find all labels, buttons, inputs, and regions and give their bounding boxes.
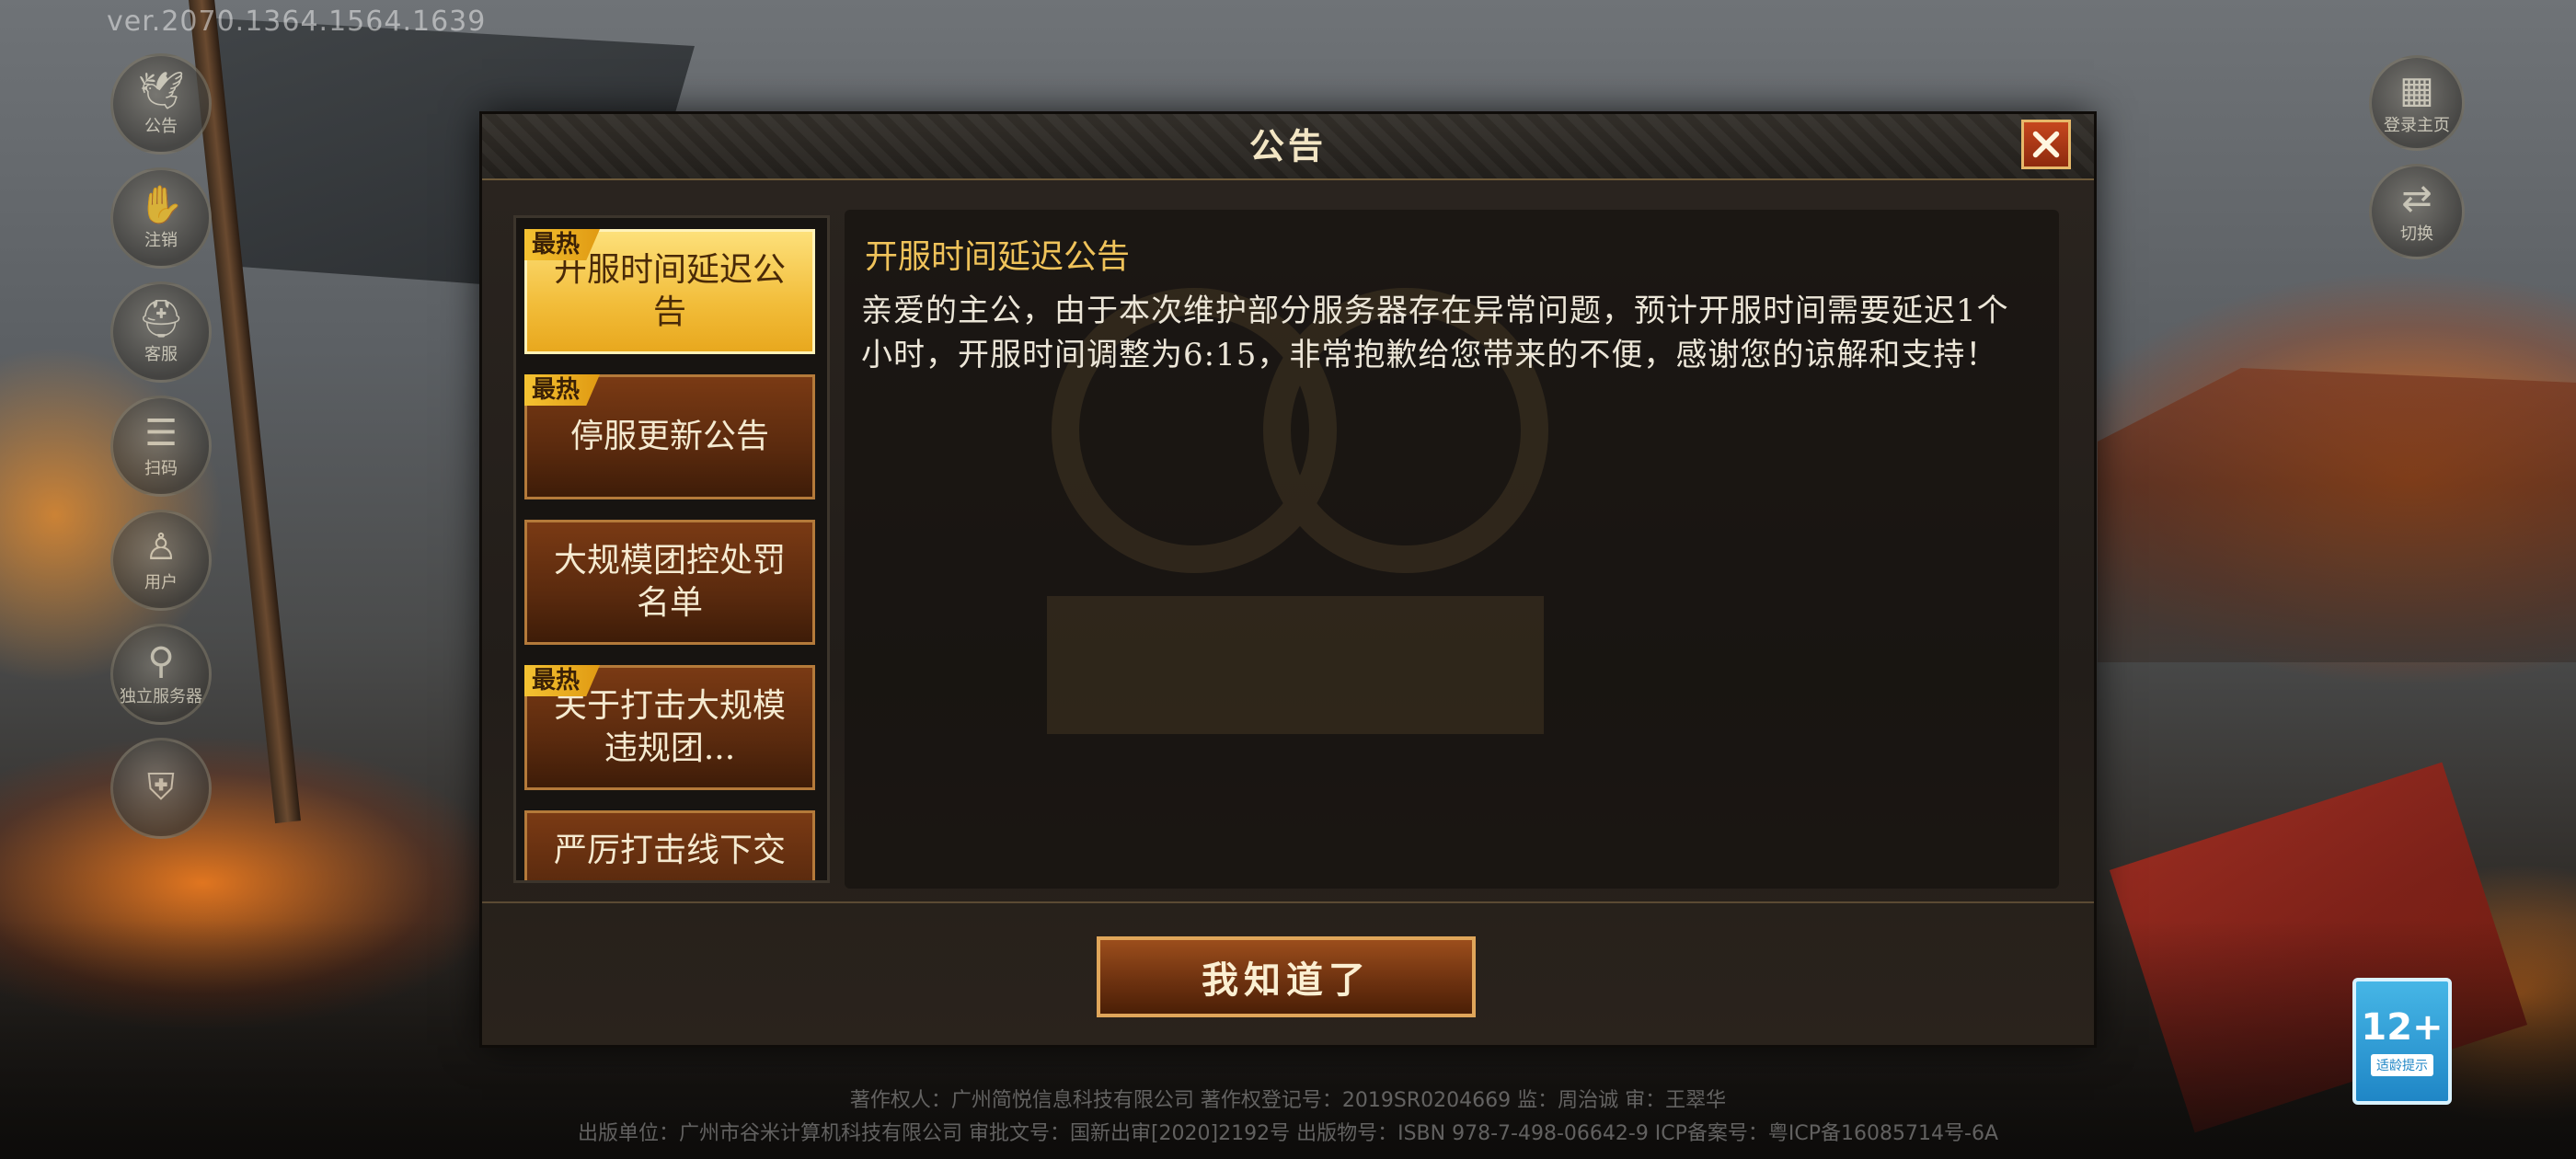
announcement-tab-label: 严厉打击线下交 xyxy=(553,832,786,869)
side-button-label: 客服 xyxy=(144,345,178,364)
content-title: 开服时间延迟公告 xyxy=(865,238,1131,276)
switch-icon: ⇄ xyxy=(2401,178,2432,220)
announcement-list[interactable]: 最热 开服时间延迟公告 最热 停服更新公告 大规模团控处罚名单 最热 关于打击大… xyxy=(513,215,830,883)
dialog-divider xyxy=(482,901,2094,903)
left-side-menu: 🕊 公告 ✋ 注销 ⛑ 客服 ☰ 扫码 ♙ 用户 ⚲ 独立服务器 ⛨ xyxy=(110,53,212,852)
map-pin-icon: ⚲ xyxy=(147,640,175,683)
bird-icon: 🕊 xyxy=(137,70,185,112)
side-button-logout[interactable]: ✋ 注销 xyxy=(110,167,212,269)
side-button-label: 扫码 xyxy=(144,459,178,478)
person-icon: ♙ xyxy=(144,526,178,568)
age-rating-caption: 适龄提示 xyxy=(2371,1054,2433,1076)
dialog-title: 公告 xyxy=(1248,125,1327,166)
age-rating-value: 12+ xyxy=(2361,1006,2444,1049)
side-button-scan[interactable]: ☰ 扫码 xyxy=(110,396,212,497)
side-button-label: 公告 xyxy=(144,117,178,136)
content-body: 亲爱的主公，由于本次维护部分服务器存在异常问题，预计开服时间需要延迟1个小时，开… xyxy=(861,293,2009,373)
side-button-home[interactable]: ▦ 登录主页 xyxy=(2369,55,2465,151)
announcement-tab-label: 大规模团控处罚名单 xyxy=(553,542,786,622)
announcement-tab-maintenance[interactable]: 最热 停服更新公告 xyxy=(524,374,815,499)
side-button-label: 独立服务器 xyxy=(120,687,202,706)
side-button-label: 切换 xyxy=(2400,224,2433,244)
announcement-tab-delay[interactable]: 最热 开服时间延迟公告 xyxy=(524,229,815,354)
confirm-button[interactable]: 我知道了 xyxy=(1097,936,1476,1017)
copyright-line-2: 出版单位：广州市谷米计算机科技有限公司 审批文号：国新出审[2020]2192号… xyxy=(577,1122,1999,1145)
side-button-service[interactable]: ⛑ 客服 xyxy=(110,281,212,383)
shield-icon: ⛨ xyxy=(147,766,175,809)
copyright-line-1: 著作权人：广州简悦信息科技有限公司 著作权登记号：2019SR0204669 监… xyxy=(849,1089,1727,1112)
game-screen: ver.2070.1364.1564.1639 🕊 公告 ✋ 注销 ⛑ 客服 ☰… xyxy=(0,0,2576,1159)
hand-icon: ✋ xyxy=(138,184,184,226)
announcement-tab-offline-trade[interactable]: 严厉打击线下交 xyxy=(524,810,815,880)
announcement-tab-label: 关于打击大规模违规团... xyxy=(553,687,786,767)
background-red-flag xyxy=(2109,762,2528,1133)
side-button-switch[interactable]: ⇄ 切换 xyxy=(2369,164,2465,259)
side-button-shield[interactable]: ⛨ xyxy=(110,738,212,839)
side-button-user[interactable]: ♙ 用户 xyxy=(110,510,212,611)
side-button-notice[interactable]: 🕊 公告 xyxy=(110,53,212,155)
announcement-tab-violations[interactable]: 最热 关于打击大规模违规团... xyxy=(524,665,815,790)
list-icon: ☰ xyxy=(144,412,178,454)
close-icon xyxy=(2032,131,2060,158)
right-side-menu: ▦ 登录主页 ⇄ 切换 xyxy=(2369,55,2470,272)
grid-icon: ▦ xyxy=(2399,69,2434,111)
close-button[interactable] xyxy=(2021,120,2071,169)
announcement-tab-label: 停服更新公告 xyxy=(569,418,769,455)
announcement-content: 开服时间延迟公告 亲爱的主公，由于本次维护部分服务器存在异常问题，预计开服时间需… xyxy=(845,210,2059,889)
side-button-label: 用户 xyxy=(144,573,178,592)
side-button-label: 注销 xyxy=(144,231,178,250)
version-label: ver.2070.1364.1564.1639 xyxy=(107,6,487,38)
side-button-label: 登录主页 xyxy=(2384,116,2450,135)
hot-badge: 最热 xyxy=(524,374,601,406)
helmet-icon: ⛑ xyxy=(137,298,185,340)
announcement-tab-label: 开服时间延迟公告 xyxy=(553,251,786,331)
announcement-tab-penalty-list[interactable]: 大规模团控处罚名单 xyxy=(524,520,815,645)
background-palace xyxy=(2098,368,2576,662)
announcement-dialog: 公告 最热 开服时间延迟公告 最热 停服更新公告 大规模团控处罚名单 最热 关于… xyxy=(482,114,2094,1045)
side-button-server[interactable]: ⚲ 独立服务器 xyxy=(110,624,212,725)
